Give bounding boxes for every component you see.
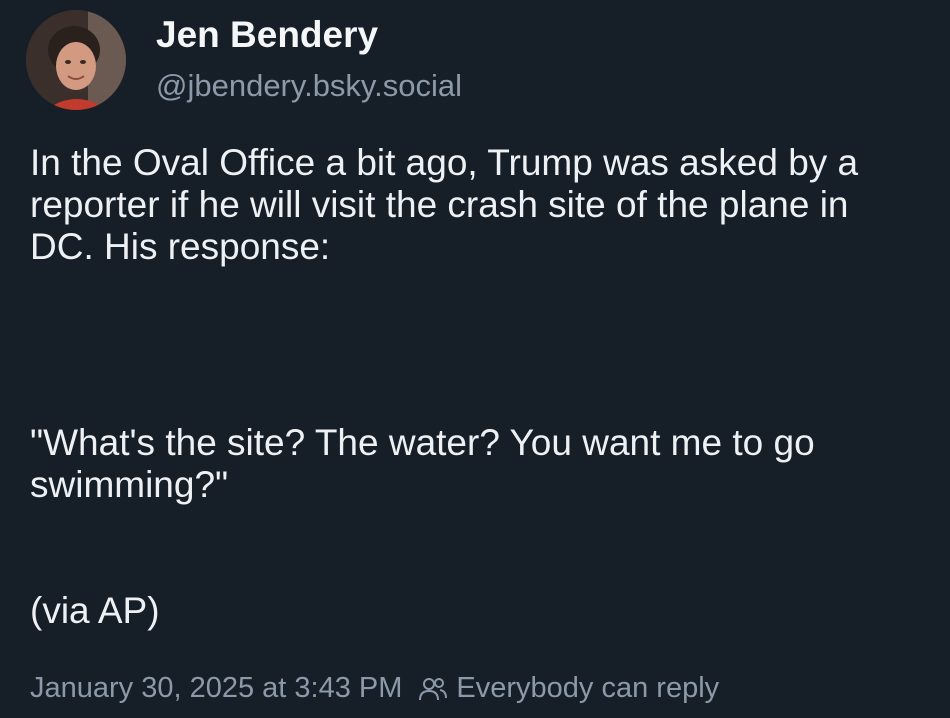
post-text: In the Oval Office a bit ago, Trump was … bbox=[30, 142, 910, 631]
post-paragraph: "What's the site? The water? You want me… bbox=[30, 422, 815, 505]
post-paragraph: In the Oval Office a bit ago, Trump was … bbox=[30, 142, 859, 267]
reply-setting[interactable]: Everybody can reply bbox=[456, 672, 719, 705]
author-display-name[interactable]: Jen Bendery bbox=[156, 14, 378, 56]
people-icon bbox=[418, 676, 448, 702]
author-handle[interactable]: @jbendery.bsky.social bbox=[156, 68, 462, 104]
post-card: Jen Bendery @jbendery.bsky.social In the… bbox=[0, 0, 950, 718]
post-paragraph: (via AP) bbox=[30, 590, 160, 631]
post-meta: January 30, 2025 at 3:43 PM Everybody ca… bbox=[30, 672, 719, 705]
avatar[interactable] bbox=[26, 10, 126, 110]
avatar-photo bbox=[26, 10, 126, 110]
post-timestamp[interactable]: January 30, 2025 at 3:43 PM bbox=[30, 672, 402, 705]
